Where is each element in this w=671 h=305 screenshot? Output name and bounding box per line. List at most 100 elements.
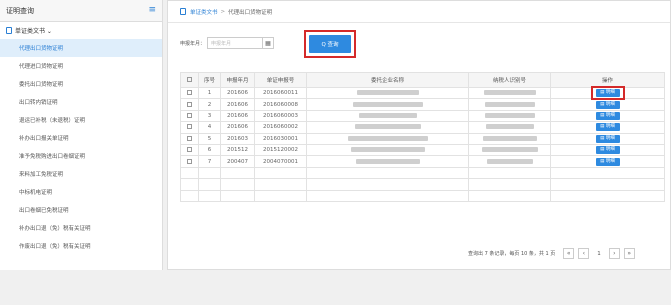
empty-cell [198, 189, 221, 202]
redacted-company-name [352, 101, 423, 107]
empty-cell [468, 189, 551, 202]
cell-period: 200407 [220, 155, 255, 168]
row-checkbox[interactable] [187, 147, 192, 153]
table-row[interactable]: 2 201606 2016060008 ▤ 明细 [180, 98, 665, 111]
sidebar: 证明查询 ≡ 单证类文书 ⌄ 代理出口货物证明 代理进口货物证明 委托出口货物证明出… [0, 0, 163, 270]
cell-actions: ▤ 明细 [550, 98, 665, 111]
header-doc-no: 单证申报号 [254, 72, 307, 88]
cell-no: 4 [198, 121, 221, 134]
last-page-button[interactable]: » [623, 248, 635, 259]
sidebar-item[interactable]: 委托出口货物证明 [0, 75, 162, 93]
cell-doc-no: 2016060011 [254, 86, 307, 100]
breadcrumb-separator: > [220, 8, 226, 15]
sidebar-item[interactable]: 代理进口货物证明 [0, 57, 162, 75]
cell-period: 201606 [220, 121, 255, 134]
sidebar-item[interactable]: 准予免税购进出口卷烟证明 [0, 147, 162, 165]
sidebar-group-documents[interactable]: 单证类文书 ⌄ [0, 22, 162, 39]
redacted-tax-id [482, 135, 537, 141]
row-checkbox[interactable] [187, 112, 192, 118]
row-checkbox[interactable] [187, 90, 192, 96]
cell-no: 3 [198, 109, 221, 123]
row-checkbox[interactable] [187, 101, 192, 107]
row-checkbox[interactable] [187, 124, 192, 130]
table-row[interactable]: 5 201603 2016030001 ▤ 明细 [180, 132, 665, 145]
sidebar-item[interactable]: 来料加工免税证明 [0, 165, 162, 183]
sidebar-item[interactable]: 代理出口货物证明 [0, 39, 162, 57]
cell-doc-no: 2004070001 [254, 155, 307, 168]
main-panel: 单证类文书 > 代理出口货物证明 申报年月： 申报年月 ▦ Q 查询 序号 申报… [167, 0, 671, 270]
next-page-button[interactable]: › [608, 248, 620, 259]
empty-cell [306, 189, 469, 202]
row-checkbox-cell[interactable] [180, 109, 199, 123]
detail-button[interactable]: ▤ 明细 [595, 111, 620, 120]
cell-doc-no: 2016030001 [254, 132, 307, 145]
detail-highlight-outline [590, 86, 625, 101]
document-icon [6, 27, 12, 34]
row-checkbox-cell[interactable] [180, 86, 199, 100]
table-row[interactable]: 7 200407 2004070001 ▤ 明细 [180, 155, 665, 168]
detail-button[interactable]: ▤ 明细 [595, 134, 620, 143]
first-page-button[interactable]: « [563, 248, 575, 259]
sidebar-group-label: 单证类文书 ⌄ [15, 28, 52, 35]
cell-no: 1 [198, 86, 221, 100]
detail-button[interactable]: ▤ 明细 [595, 157, 620, 166]
redacted-tax-id [481, 147, 538, 153]
cell-company [306, 98, 469, 111]
cell-company [306, 86, 469, 100]
cell-no: 6 [198, 143, 221, 157]
redacted-tax-id [484, 112, 535, 118]
cell-actions: ▤ 明细 [550, 155, 665, 168]
table-row[interactable]: 6 201512 2015120002 ▤ 明细 [180, 143, 665, 157]
detail-button[interactable]: ▤ 明细 [595, 146, 620, 155]
pagination: 查询出 7 条记录，每页 10 条，共 1 页 « ‹ 1 › » [468, 248, 635, 259]
sidebar-item[interactable]: 出口卷烟已免税证明 [0, 201, 162, 219]
table-row[interactable]: 4 201606 2016060002 ▤ 明细 [180, 121, 665, 134]
cell-company [306, 143, 469, 157]
row-checkbox-cell[interactable] [180, 121, 199, 134]
detail-button[interactable]: ▤ 明细 [595, 123, 620, 132]
sidebar-item[interactable]: 退运已补税（未退税）证明 [0, 111, 162, 129]
select-all-checkbox[interactable] [187, 77, 192, 82]
cell-actions: ▤ 明细 [550, 143, 665, 157]
cell-no: 7 [198, 155, 221, 168]
redacted-company-name [356, 90, 419, 96]
row-checkbox-cell[interactable] [180, 98, 199, 111]
header-no: 序号 [198, 72, 221, 88]
empty-cell [220, 178, 255, 191]
select-all-header[interactable] [180, 72, 199, 88]
redacted-company-name [350, 147, 425, 153]
table-row[interactable]: 1 201606 2016060011 ▤ 明细 [180, 86, 665, 101]
period-input[interactable]: 申报年月 [207, 37, 264, 49]
sidebar-item[interactable]: 补办出口报关单证明 [0, 129, 162, 147]
breadcrumb: 单证类文书 > 代理出口货物证明 [168, 1, 670, 23]
cell-no: 5 [198, 132, 221, 145]
cell-period: 201606 [220, 98, 255, 111]
row-checkbox[interactable] [187, 135, 192, 141]
table-row[interactable]: 3 201606 2016060003 ▤ 明细 [180, 109, 665, 123]
breadcrumb-current: 代理出口货物证明 [228, 9, 273, 16]
prev-page-button[interactable]: ‹ [578, 248, 590, 259]
empty-cell [550, 178, 665, 191]
sidebar-item[interactable]: 作废出口退（免）税有关证明 [0, 237, 162, 255]
cell-tax-id [468, 155, 551, 168]
sidebar-item[interactable]: 出口转内销证明 [0, 93, 162, 111]
current-page[interactable]: 1 [597, 251, 601, 257]
row-checkbox-cell[interactable] [180, 155, 199, 168]
calendar-icon[interactable]: ▦ [263, 37, 275, 49]
redacted-tax-id [483, 90, 536, 96]
row-checkbox[interactable] [187, 158, 192, 164]
cell-tax-id [468, 98, 551, 111]
breadcrumb-link[interactable]: 单证类文书 [190, 8, 218, 16]
detail-button[interactable]: ▤ 明细 [595, 100, 620, 109]
sidebar-item[interactable]: 补办出口退（免）税有关证明 [0, 219, 162, 237]
results-table: 序号 申报年月 单证申报号 委托企业名称 纳税人识别号 操作 1 201606 20… [180, 72, 665, 202]
menu-icon[interactable]: ≡ [148, 6, 156, 15]
row-checkbox-cell[interactable] [180, 132, 199, 145]
sidebar-header: 证明查询 ≡ [0, 0, 162, 22]
row-checkbox-cell[interactable] [180, 143, 199, 157]
cell-actions: ▤ 明细 [550, 121, 665, 134]
redacted-company-name [358, 112, 417, 118]
sidebar-item[interactable]: 中标机电证明 [0, 183, 162, 201]
empty-cell [180, 166, 199, 180]
cell-tax-id [468, 109, 551, 123]
